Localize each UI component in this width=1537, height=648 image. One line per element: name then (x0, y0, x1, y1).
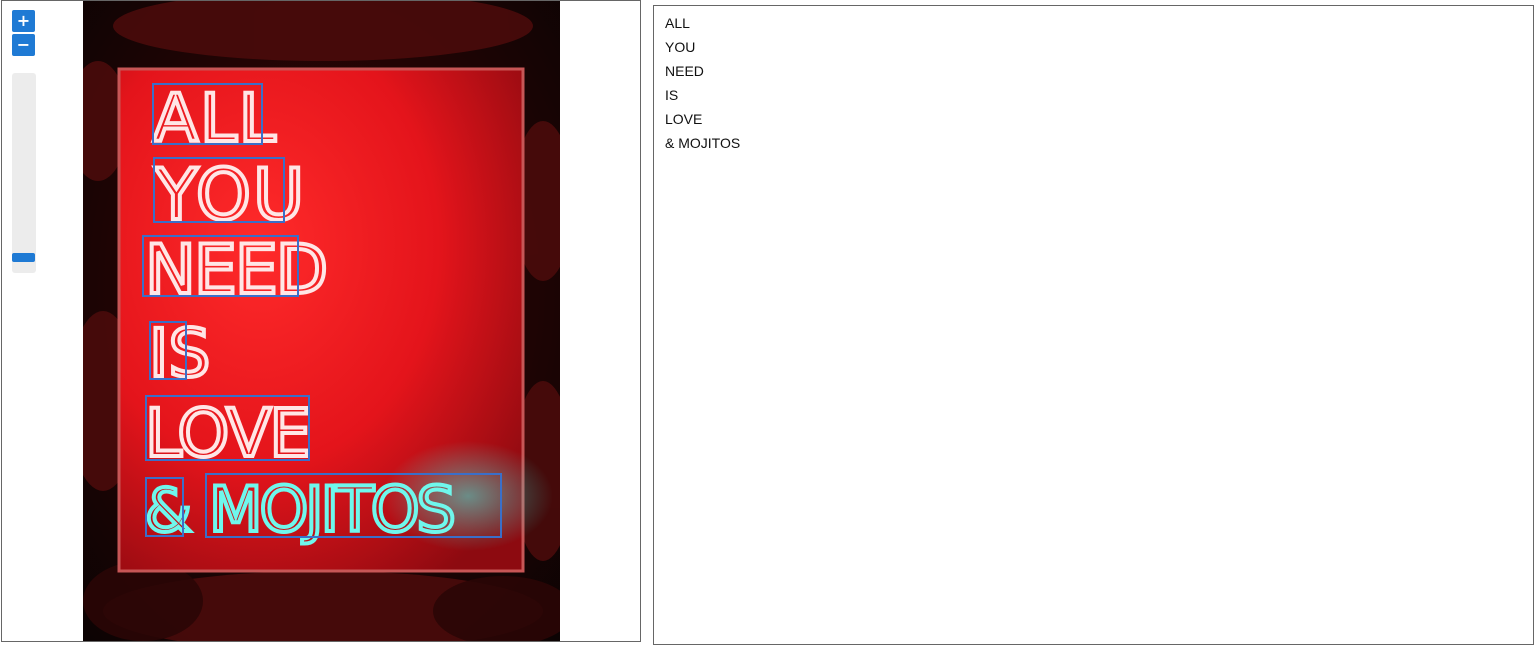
zoom-in-button[interactable]: + (12, 10, 35, 32)
text-line: NEED (665, 63, 704, 79)
text-line: ALL (665, 15, 690, 31)
text-line: & MOJITOS (665, 135, 741, 151)
ocr-box-all[interactable] (152, 83, 263, 145)
ocr-box-need[interactable] (142, 235, 299, 297)
text-line: YOU (665, 39, 696, 55)
zoom-slider-handle[interactable] (12, 253, 35, 262)
ocr-box-is[interactable] (149, 321, 187, 380)
recognized-text-panel[interactable]: ALL YOU NEED IS LOVE & MOJITOS (653, 5, 1534, 645)
neon-sign-photo: ALL YOU NEED IS LOVE & MOJITOS (83, 1, 560, 641)
ocr-box-love[interactable] (145, 395, 310, 461)
text-line: LOVE (665, 111, 703, 127)
ocr-box-ampersand[interactable] (145, 477, 184, 537)
image-viewer[interactable]: + − ALL YOU NEED IS LOVE & MOJITOS (1, 0, 641, 642)
ocr-box-mojitos[interactable] (205, 473, 502, 538)
zoom-slider[interactable] (12, 73, 36, 273)
ocr-box-you[interactable] (153, 157, 285, 223)
text-line: IS (665, 87, 679, 103)
zoom-out-button[interactable]: − (12, 34, 35, 56)
